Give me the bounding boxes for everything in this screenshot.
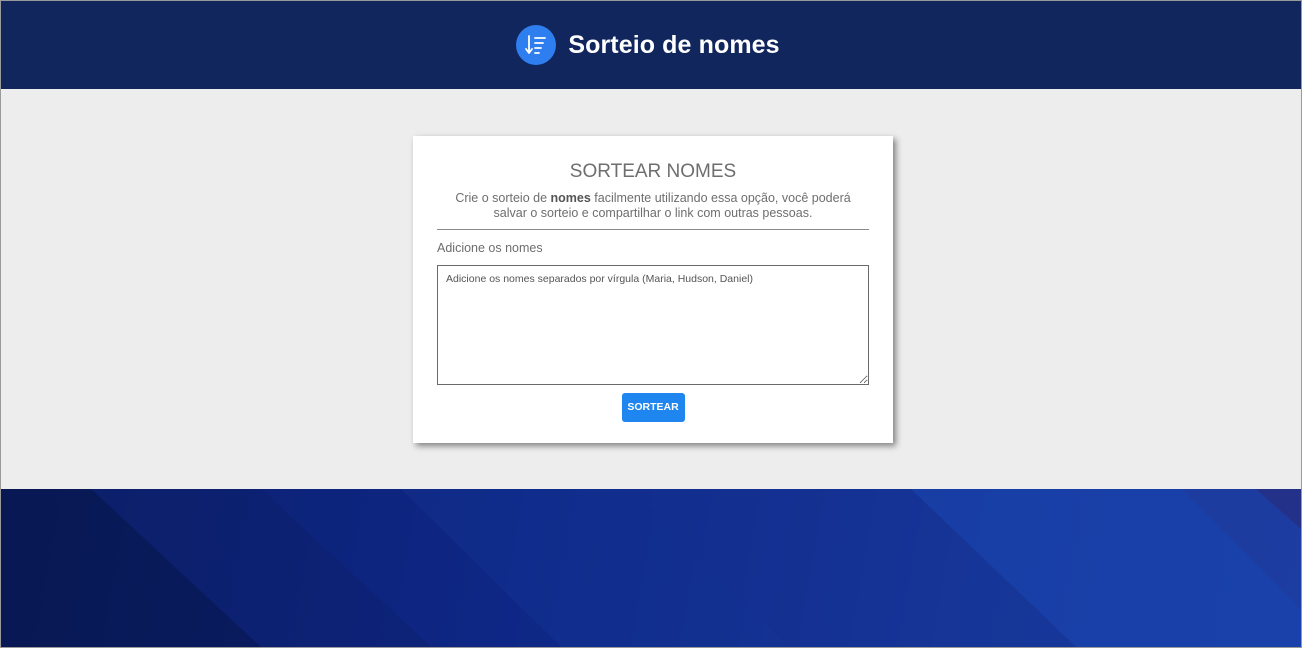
page: Sorteio de nomes SORTEAR NOMES Crie o so… [0, 0, 1302, 648]
site-title: Sorteio de nomes [568, 30, 780, 59]
sorted-list-icon [516, 25, 557, 65]
site-header: Sorteio de nomes [1, 1, 1301, 89]
card-description: Crie o sorteio de nomes facilmente utili… [447, 191, 859, 221]
description-text-start: Crie o sorteio de [455, 191, 551, 205]
description-bold-word: nomes [550, 191, 591, 205]
card-title: SORTEAR NOMES [569, 161, 737, 182]
decorative-footer [1, 489, 1301, 647]
names-field-label: Adicione os nomes [437, 241, 543, 255]
divider [437, 229, 869, 230]
diagonal-stripes-decoration [1, 489, 1301, 647]
brand[interactable]: Sorteio de nomes [516, 25, 780, 65]
names-input[interactable] [437, 265, 869, 385]
sortear-button[interactable]: SORTEAR [621, 393, 685, 422]
button-row: SORTEAR [437, 393, 869, 422]
draw-card: SORTEAR NOMES Crie o sorteio de nomes fa… [413, 136, 893, 443]
